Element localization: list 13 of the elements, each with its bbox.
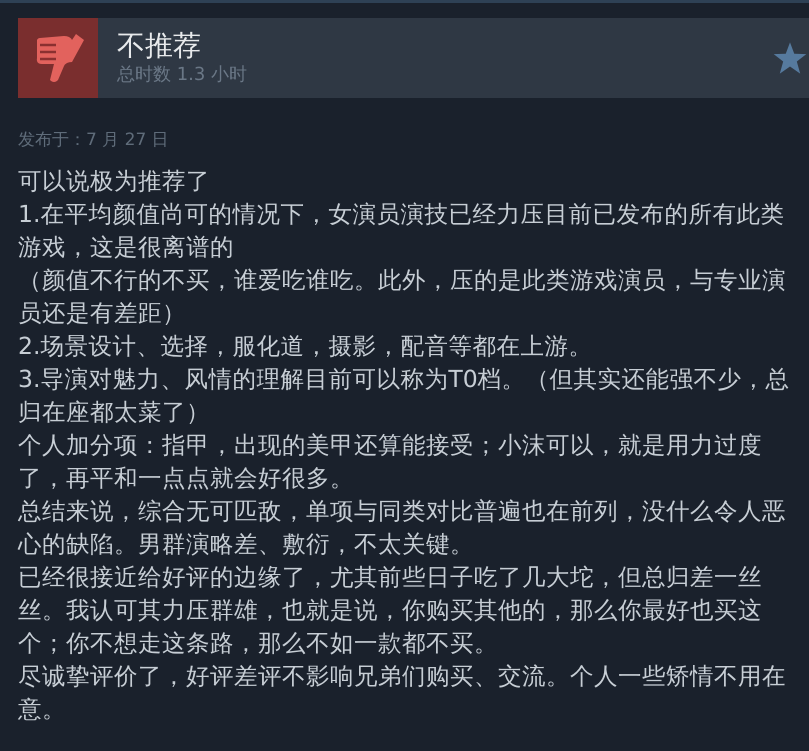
posted-date: 发布于：7 月 27 日 [18,129,170,151]
review-paragraph: 3.导演对魅力、风情的理解目前可以称为T0档。（但其实还能强不少，总归在座都太菜了） [18,364,791,428]
review-paragraph: 2.场景设计、选择，服化道，摄影，配音等都在上游。 [18,331,594,362]
review-paragraph: 1.在平均颜值尚可的情况下，女演员演技已经力压目前已发布的所有此类游戏，这是很离谱的 [18,199,786,263]
review-paragraph: 个人加分项：指甲，出现的美甲还算能接受；小沫可以，就是用力过度了，再平和一点点就会好很多。 [18,430,763,494]
review-paragraph: （颜值不行的不买，谁爱吃谁吃。此外，压的是此类游戏演员，与专业演员还是有差距） [18,265,787,329]
playtime-text: 总时数 1.3 小时 [117,63,248,87]
review-paragraph: 已经很接近给好评的边缘了，尤其前些日子吃了几大坨，但总归差一丝丝。我认可其力压群雄，也就是说，你购买其他的，那么你最好也买这个；你不想走这条路，那么不如一款都不买。 [18,562,763,659]
review-verdict: 不推荐 [117,29,202,63]
review-paragraph: 可以说极为推荐了 [18,166,211,197]
review-paragraph: 总结来说，综合无可匹敌，单项与同类对比普遍也在前列，没什么令人恶心的缺陷。男群演略差、敷衍，不太关键。 [18,496,787,560]
star-icon[interactable] [773,41,807,75]
review-paragraph: 尽诚挚评价了，好评差评不影响兄弟们购买、交流。个人一些矫情不用在意。 [18,661,787,725]
